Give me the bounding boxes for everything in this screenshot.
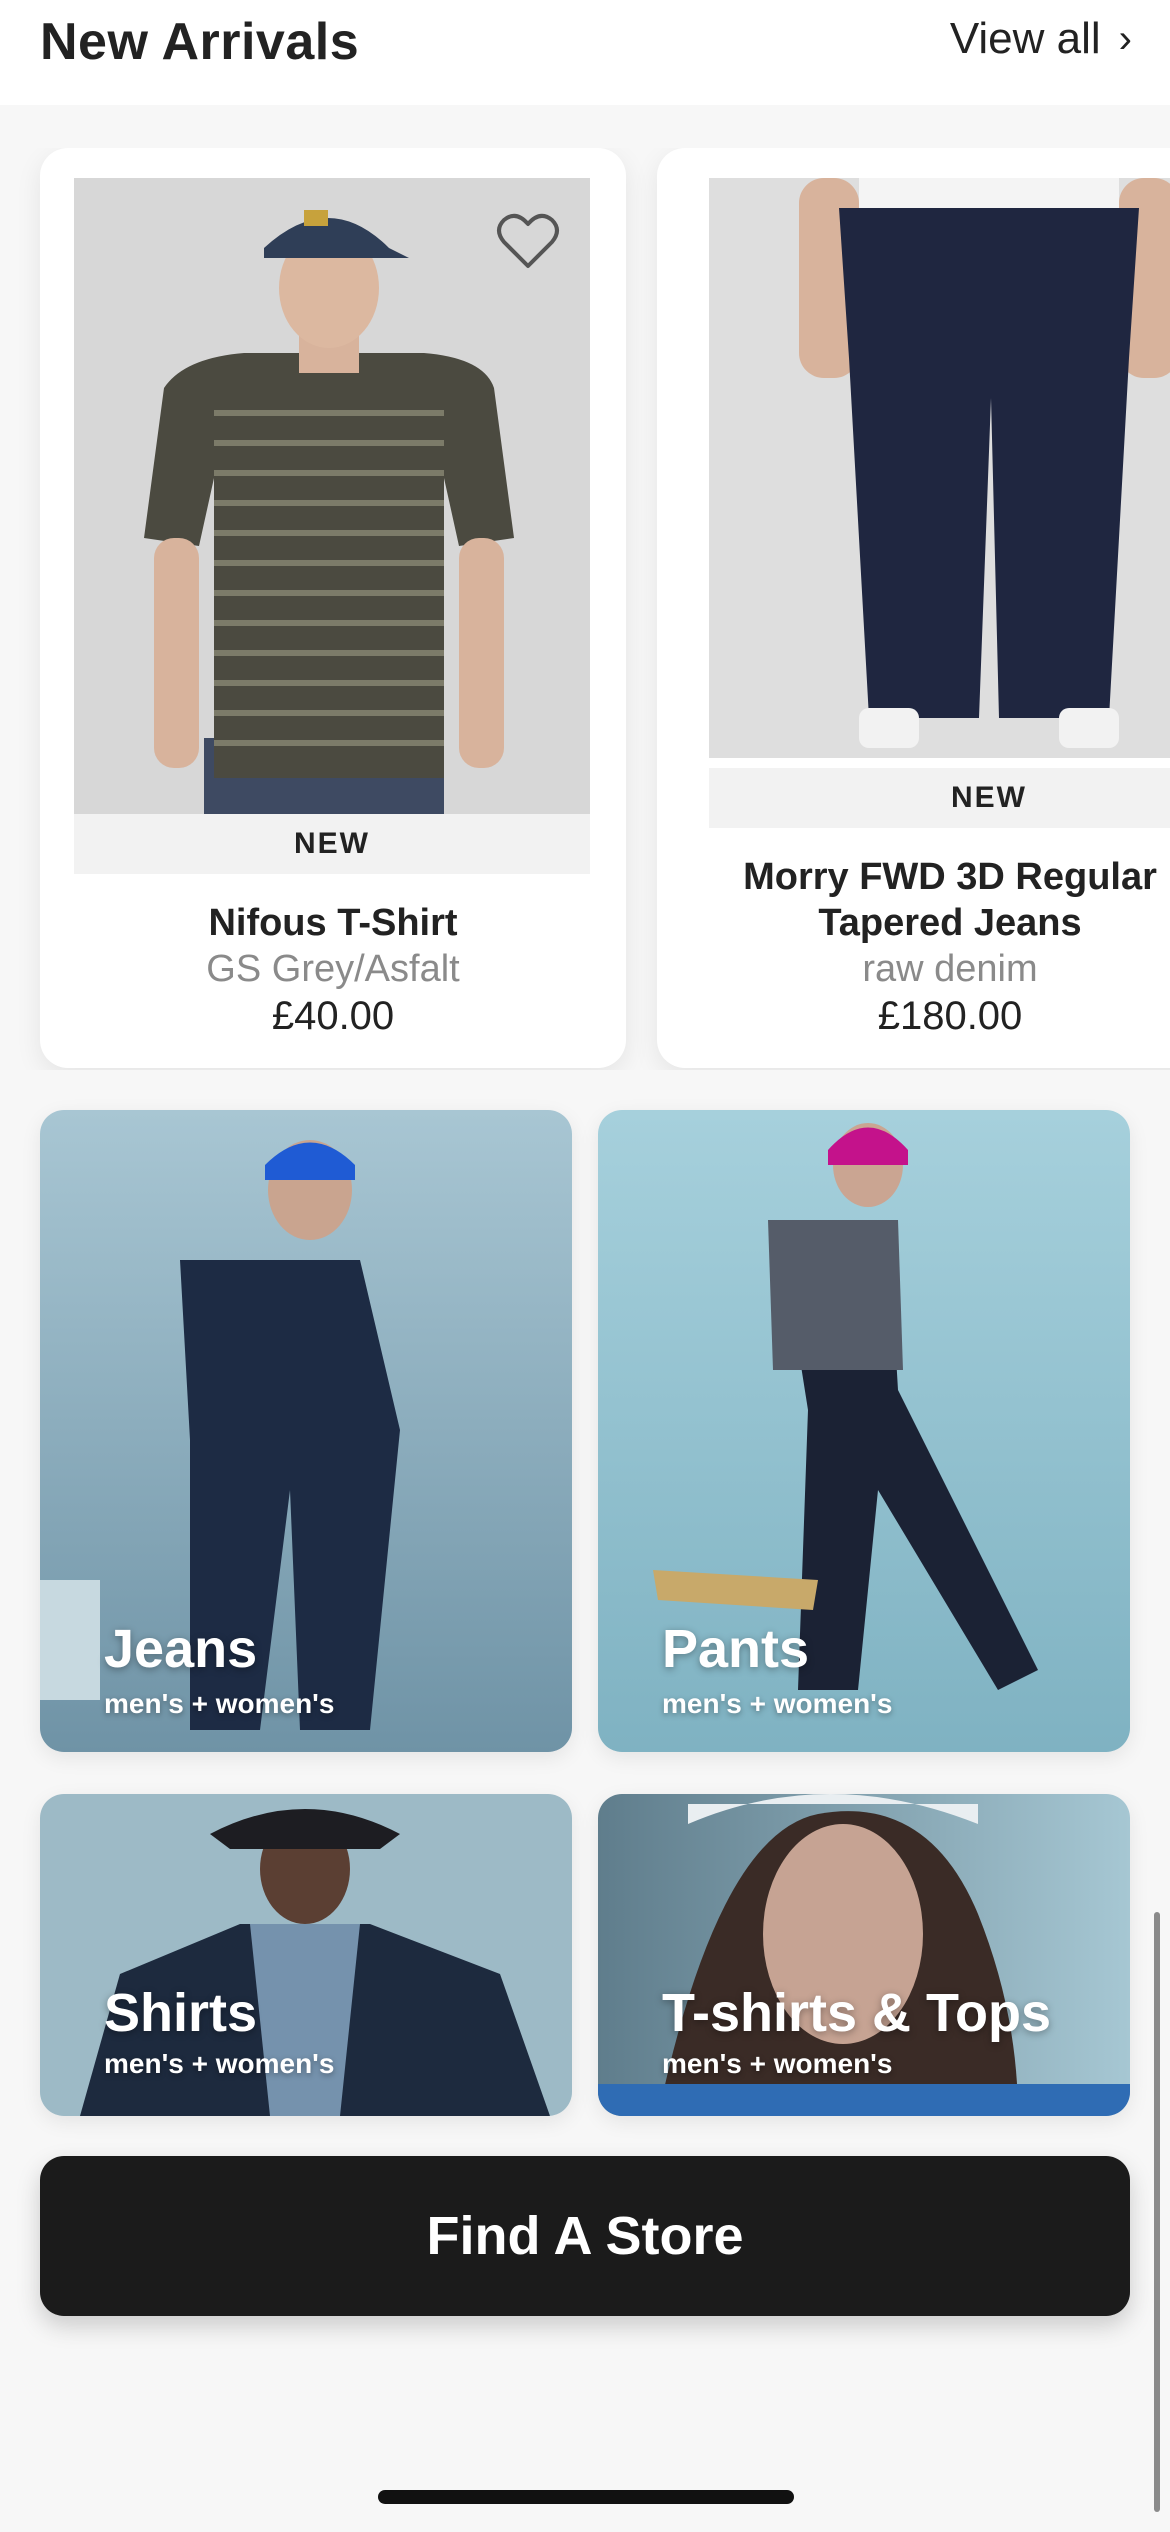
product-image (709, 178, 1170, 758)
category-title: Pants (662, 1619, 810, 1679)
view-all-link[interactable]: View all › (950, 14, 1132, 64)
heart-outline-icon[interactable] (496, 212, 560, 270)
view-all-label: View all (949, 14, 1101, 63)
category-tile-jeans[interactable]: Jeans men's + women's (40, 1110, 572, 1752)
category-subtitle: men's + women's (104, 1688, 335, 1719)
new-badge: NEW (74, 814, 590, 874)
product-name-line-1: Morry FWD 3D Regular (743, 856, 1157, 898)
section-header: New Arrivals View all › (0, 0, 1170, 105)
product-name-line-2: Tapered Jeans (818, 902, 1082, 944)
find-a-store-button[interactable]: Find A Store (40, 2156, 1130, 2316)
category-title: Jeans (104, 1619, 258, 1679)
product-image (74, 178, 590, 814)
category-title: Shirts (104, 1983, 258, 2043)
product-price: £180.00 (877, 994, 1023, 1038)
new-badge: NEW (709, 768, 1170, 828)
product-name: Morry FWD 3D Regular Tapered Jeans (657, 854, 1170, 946)
product-card[interactable]: NEW Nifous T-Shirt GS Grey/Asfalt £40.00 (40, 148, 626, 1068)
product-color: GS Grey/Asfalt (206, 948, 460, 990)
home-indicator[interactable] (378, 2490, 794, 2504)
section-title: New Arrivals (40, 13, 360, 71)
chevron-right-icon: › (1118, 16, 1132, 61)
category-subtitle: men's + women's (662, 1688, 893, 1719)
product-color: raw denim (862, 948, 1038, 990)
category-tile-t-shirts-tops[interactable]: T-shirts & Tops men's + women's (598, 1794, 1130, 2116)
product-name: Nifous T-Shirt (208, 902, 458, 944)
category-tile-shirts[interactable]: Shirts men's + women's (40, 1794, 572, 2116)
product-card[interactable]: NEW Morry FWD 3D Regular Tapered Jeans r… (657, 148, 1170, 1068)
category-title: T-shirts & Tops (662, 1983, 1052, 2043)
category-subtitle: men's + women's (104, 2048, 335, 2079)
category-tile-pants[interactable]: Pants men's + women's (598, 1110, 1130, 1752)
product-price: £40.00 (271, 994, 395, 1038)
category-subtitle: men's + women's (662, 2048, 893, 2079)
new-arrivals-carousel[interactable]: NEW Nifous T-Shirt GS Grey/Asfalt £40.00… (0, 148, 1170, 1070)
scrollbar[interactable] (1154, 1912, 1160, 2512)
